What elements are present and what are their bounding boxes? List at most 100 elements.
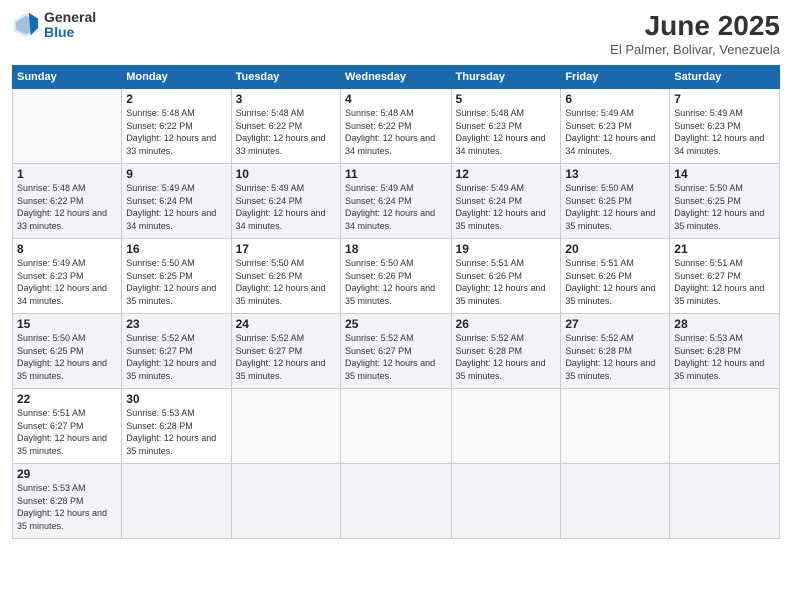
day-info: Sunrise: 5:49 AMSunset: 6:24 PMDaylight:…: [236, 182, 336, 232]
calendar-cell: 27Sunrise: 5:52 AMSunset: 6:28 PMDayligh…: [561, 314, 670, 389]
day-number: 4: [345, 92, 446, 106]
day-info: Sunrise: 5:51 AMSunset: 6:27 PMDaylight:…: [17, 407, 117, 457]
day-info: Sunrise: 5:49 AMSunset: 6:23 PMDaylight:…: [674, 107, 775, 157]
logo-general: General: [44, 10, 96, 25]
day-number: 25: [345, 317, 446, 331]
calendar-cell: 28Sunrise: 5:53 AMSunset: 6:28 PMDayligh…: [670, 314, 780, 389]
day-info: Sunrise: 5:48 AMSunset: 6:22 PMDaylight:…: [345, 107, 446, 157]
calendar-cell: 3Sunrise: 5:48 AMSunset: 6:22 PMDaylight…: [231, 89, 340, 164]
day-number: 15: [17, 317, 117, 331]
month-title: June 2025: [610, 10, 780, 42]
day-info: Sunrise: 5:52 AMSunset: 6:28 PMDaylight:…: [456, 332, 557, 382]
title-area: June 2025 El Palmer, Bolivar, Venezuela: [610, 10, 780, 57]
day-number: 21: [674, 242, 775, 256]
logo-icon: [12, 11, 40, 39]
calendar-week-row: 22Sunrise: 5:51 AMSunset: 6:27 PMDayligh…: [13, 389, 780, 464]
calendar-cell: [451, 464, 561, 539]
calendar-cell: 20Sunrise: 5:51 AMSunset: 6:26 PMDayligh…: [561, 239, 670, 314]
col-sunday: Sunday: [13, 66, 122, 89]
day-number: 7: [674, 92, 775, 106]
col-friday: Friday: [561, 66, 670, 89]
header-row: Sunday Monday Tuesday Wednesday Thursday…: [13, 66, 780, 89]
calendar-cell: 21Sunrise: 5:51 AMSunset: 6:27 PMDayligh…: [670, 239, 780, 314]
day-info: Sunrise: 5:50 AMSunset: 6:25 PMDaylight:…: [17, 332, 117, 382]
calendar-cell: 10Sunrise: 5:49 AMSunset: 6:24 PMDayligh…: [231, 164, 340, 239]
location: El Palmer, Bolivar, Venezuela: [610, 42, 780, 57]
calendar-cell: 23Sunrise: 5:52 AMSunset: 6:27 PMDayligh…: [122, 314, 231, 389]
calendar-cell: 15Sunrise: 5:50 AMSunset: 6:25 PMDayligh…: [13, 314, 122, 389]
calendar-week-row: 2Sunrise: 5:48 AMSunset: 6:22 PMDaylight…: [13, 89, 780, 164]
day-info: Sunrise: 5:53 AMSunset: 6:28 PMDaylight:…: [17, 482, 117, 532]
calendar-cell: 14Sunrise: 5:50 AMSunset: 6:25 PMDayligh…: [670, 164, 780, 239]
day-number: 6: [565, 92, 665, 106]
col-tuesday: Tuesday: [231, 66, 340, 89]
day-info: Sunrise: 5:48 AMSunset: 6:22 PMDaylight:…: [126, 107, 226, 157]
day-info: Sunrise: 5:49 AMSunset: 6:23 PMDaylight:…: [565, 107, 665, 157]
day-info: Sunrise: 5:51 AMSunset: 6:26 PMDaylight:…: [565, 257, 665, 307]
day-number: 17: [236, 242, 336, 256]
calendar-table: Sunday Monday Tuesday Wednesday Thursday…: [12, 65, 780, 539]
calendar-cell: [451, 389, 561, 464]
day-number: 1: [17, 167, 117, 181]
calendar-cell: 9Sunrise: 5:49 AMSunset: 6:24 PMDaylight…: [122, 164, 231, 239]
calendar-cell: 16Sunrise: 5:50 AMSunset: 6:25 PMDayligh…: [122, 239, 231, 314]
day-number: 2: [126, 92, 226, 106]
calendar-cell: 30Sunrise: 5:53 AMSunset: 6:28 PMDayligh…: [122, 389, 231, 464]
day-number: 27: [565, 317, 665, 331]
day-number: 11: [345, 167, 446, 181]
day-info: Sunrise: 5:52 AMSunset: 6:27 PMDaylight:…: [126, 332, 226, 382]
calendar-cell: 4Sunrise: 5:48 AMSunset: 6:22 PMDaylight…: [341, 89, 451, 164]
day-number: 23: [126, 317, 226, 331]
day-info: Sunrise: 5:50 AMSunset: 6:25 PMDaylight:…: [126, 257, 226, 307]
day-number: 24: [236, 317, 336, 331]
calendar-cell: 19Sunrise: 5:51 AMSunset: 6:26 PMDayligh…: [451, 239, 561, 314]
calendar-cell: 7Sunrise: 5:49 AMSunset: 6:23 PMDaylight…: [670, 89, 780, 164]
day-info: Sunrise: 5:52 AMSunset: 6:27 PMDaylight:…: [345, 332, 446, 382]
day-number: 9: [126, 167, 226, 181]
day-info: Sunrise: 5:48 AMSunset: 6:23 PMDaylight:…: [456, 107, 557, 157]
day-number: 19: [456, 242, 557, 256]
day-info: Sunrise: 5:49 AMSunset: 6:24 PMDaylight:…: [456, 182, 557, 232]
day-info: Sunrise: 5:50 AMSunset: 6:25 PMDaylight:…: [674, 182, 775, 232]
calendar-cell: [670, 389, 780, 464]
calendar-cell: 1Sunrise: 5:48 AMSunset: 6:22 PMDaylight…: [13, 164, 122, 239]
logo: General Blue: [12, 10, 96, 41]
logo-blue: Blue: [44, 25, 96, 40]
calendar-cell: 6Sunrise: 5:49 AMSunset: 6:23 PMDaylight…: [561, 89, 670, 164]
calendar-week-row: 29Sunrise: 5:53 AMSunset: 6:28 PMDayligh…: [13, 464, 780, 539]
calendar-cell: 5Sunrise: 5:48 AMSunset: 6:23 PMDaylight…: [451, 89, 561, 164]
calendar-cell: 2Sunrise: 5:48 AMSunset: 6:22 PMDaylight…: [122, 89, 231, 164]
day-info: Sunrise: 5:53 AMSunset: 6:28 PMDaylight:…: [674, 332, 775, 382]
calendar-cell: 11Sunrise: 5:49 AMSunset: 6:24 PMDayligh…: [341, 164, 451, 239]
page: General Blue June 2025 El Palmer, Boliva…: [0, 0, 792, 612]
calendar-cell: [561, 464, 670, 539]
day-number: 30: [126, 392, 226, 406]
day-info: Sunrise: 5:53 AMSunset: 6:28 PMDaylight:…: [126, 407, 226, 457]
day-number: 13: [565, 167, 665, 181]
day-number: 14: [674, 167, 775, 181]
calendar-cell: [13, 89, 122, 164]
day-info: Sunrise: 5:52 AMSunset: 6:27 PMDaylight:…: [236, 332, 336, 382]
calendar-cell: 12Sunrise: 5:49 AMSunset: 6:24 PMDayligh…: [451, 164, 561, 239]
calendar-cell: 8Sunrise: 5:49 AMSunset: 6:23 PMDaylight…: [13, 239, 122, 314]
col-thursday: Thursday: [451, 66, 561, 89]
day-number: 22: [17, 392, 117, 406]
day-info: Sunrise: 5:50 AMSunset: 6:26 PMDaylight:…: [236, 257, 336, 307]
day-info: Sunrise: 5:52 AMSunset: 6:28 PMDaylight:…: [565, 332, 665, 382]
day-number: 8: [17, 242, 117, 256]
day-number: 20: [565, 242, 665, 256]
day-info: Sunrise: 5:49 AMSunset: 6:24 PMDaylight:…: [126, 182, 226, 232]
day-number: 16: [126, 242, 226, 256]
calendar-cell: 18Sunrise: 5:50 AMSunset: 6:26 PMDayligh…: [341, 239, 451, 314]
calendar-cell: [341, 464, 451, 539]
day-info: Sunrise: 5:50 AMSunset: 6:26 PMDaylight:…: [345, 257, 446, 307]
day-info: Sunrise: 5:48 AMSunset: 6:22 PMDaylight:…: [17, 182, 117, 232]
day-number: 29: [17, 467, 117, 481]
calendar-cell: 25Sunrise: 5:52 AMSunset: 6:27 PMDayligh…: [341, 314, 451, 389]
calendar-cell: [341, 389, 451, 464]
day-number: 18: [345, 242, 446, 256]
day-info: Sunrise: 5:49 AMSunset: 6:24 PMDaylight:…: [345, 182, 446, 232]
day-info: Sunrise: 5:48 AMSunset: 6:22 PMDaylight:…: [236, 107, 336, 157]
calendar-cell: 22Sunrise: 5:51 AMSunset: 6:27 PMDayligh…: [13, 389, 122, 464]
calendar-cell: 13Sunrise: 5:50 AMSunset: 6:25 PMDayligh…: [561, 164, 670, 239]
